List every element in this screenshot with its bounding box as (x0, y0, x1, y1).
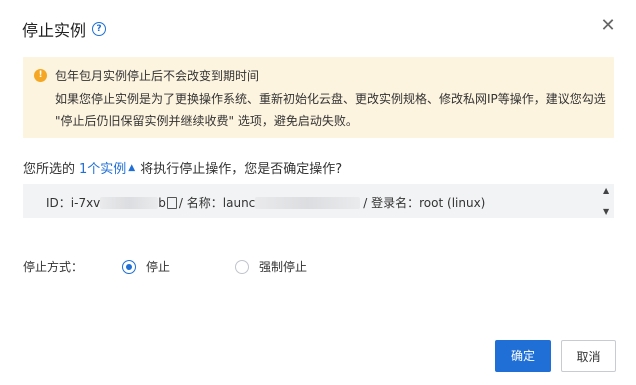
dialog-header: 停止实例 ? (22, 17, 107, 41)
confirm-button[interactable]: 确定 (495, 340, 551, 372)
login-label: / 登录名： (363, 196, 420, 210)
instance-list: ID：i-7xv b / 名称： launc / 登录名： root (linu… (23, 184, 614, 218)
radio-force-stop-label: 强制停止 (259, 260, 308, 274)
warning-notice: ! 包年包月实例停止后不会改变到期时间 如果您停止实例是为了更换操作系统、重新初… (23, 57, 614, 138)
notice-line-3: "停止后仍旧保留实例并继续收费" 选项，避免启动失败。 (55, 114, 358, 128)
notice-line-1: 包年包月实例停止后不会改变到期时间 (55, 69, 260, 83)
notice-line-2: 如果您停止实例是为了更换操作系统、重新初始化云盘、更改实例规格、修改私网IP等操… (55, 92, 606, 106)
instance-id-suffix: b (158, 195, 166, 210)
copy-icon[interactable] (166, 196, 177, 209)
close-icon[interactable]: ✕ (598, 16, 618, 36)
radio-option-stop[interactable]: 停止 (122, 258, 170, 275)
scroll-up-icon[interactable]: ▲ (603, 186, 609, 195)
dialog-title: 停止实例 (22, 21, 87, 40)
radio-force-stop[interactable] (235, 259, 250, 274)
radio-option-force-stop[interactable]: 强制停止 (235, 258, 307, 275)
stop-instance-dialog: 停止实例 ? ✕ ! 包年包月实例停止后不会改变到期时间 如果您停止实例是为了更… (0, 0, 636, 385)
masked-id (100, 196, 159, 209)
scroll-down-icon[interactable]: ▼ (603, 207, 609, 216)
warning-icon: ! (34, 69, 47, 82)
name-label: / 名称： (178, 196, 223, 210)
stop-method-row: 停止方式： 停止 强制停止 (23, 258, 307, 275)
stop-method-label: 停止方式： (23, 260, 84, 274)
scrollbar[interactable]: ▲ ▼ (600, 184, 614, 218)
masked-name (255, 196, 361, 209)
instance-row: ID：i-7xv b / 名称： launc / 登录名： root (linu… (46, 194, 485, 211)
question-prefix: 您所选的 (23, 162, 76, 177)
login-value: root (linux) (419, 195, 486, 210)
radio-stop-label: 停止 (146, 260, 171, 274)
radio-stop[interactable] (122, 259, 136, 274)
instance-id-prefix: ID：i-7xv (46, 196, 101, 210)
caret-up-icon[interactable]: ▲ (128, 163, 135, 173)
cancel-button[interactable]: 取消 (561, 340, 616, 372)
instance-name-prefix: launc (222, 195, 256, 210)
confirm-question: 您所选的 1个实例 ▲ 将执行停止操作，您是否确定操作? (23, 158, 342, 177)
question-suffix: 将执行停止操作，您是否确定操作? (140, 162, 343, 177)
instance-count-link[interactable]: 1个实例 (79, 158, 126, 177)
help-icon[interactable]: ? (92, 22, 107, 36)
